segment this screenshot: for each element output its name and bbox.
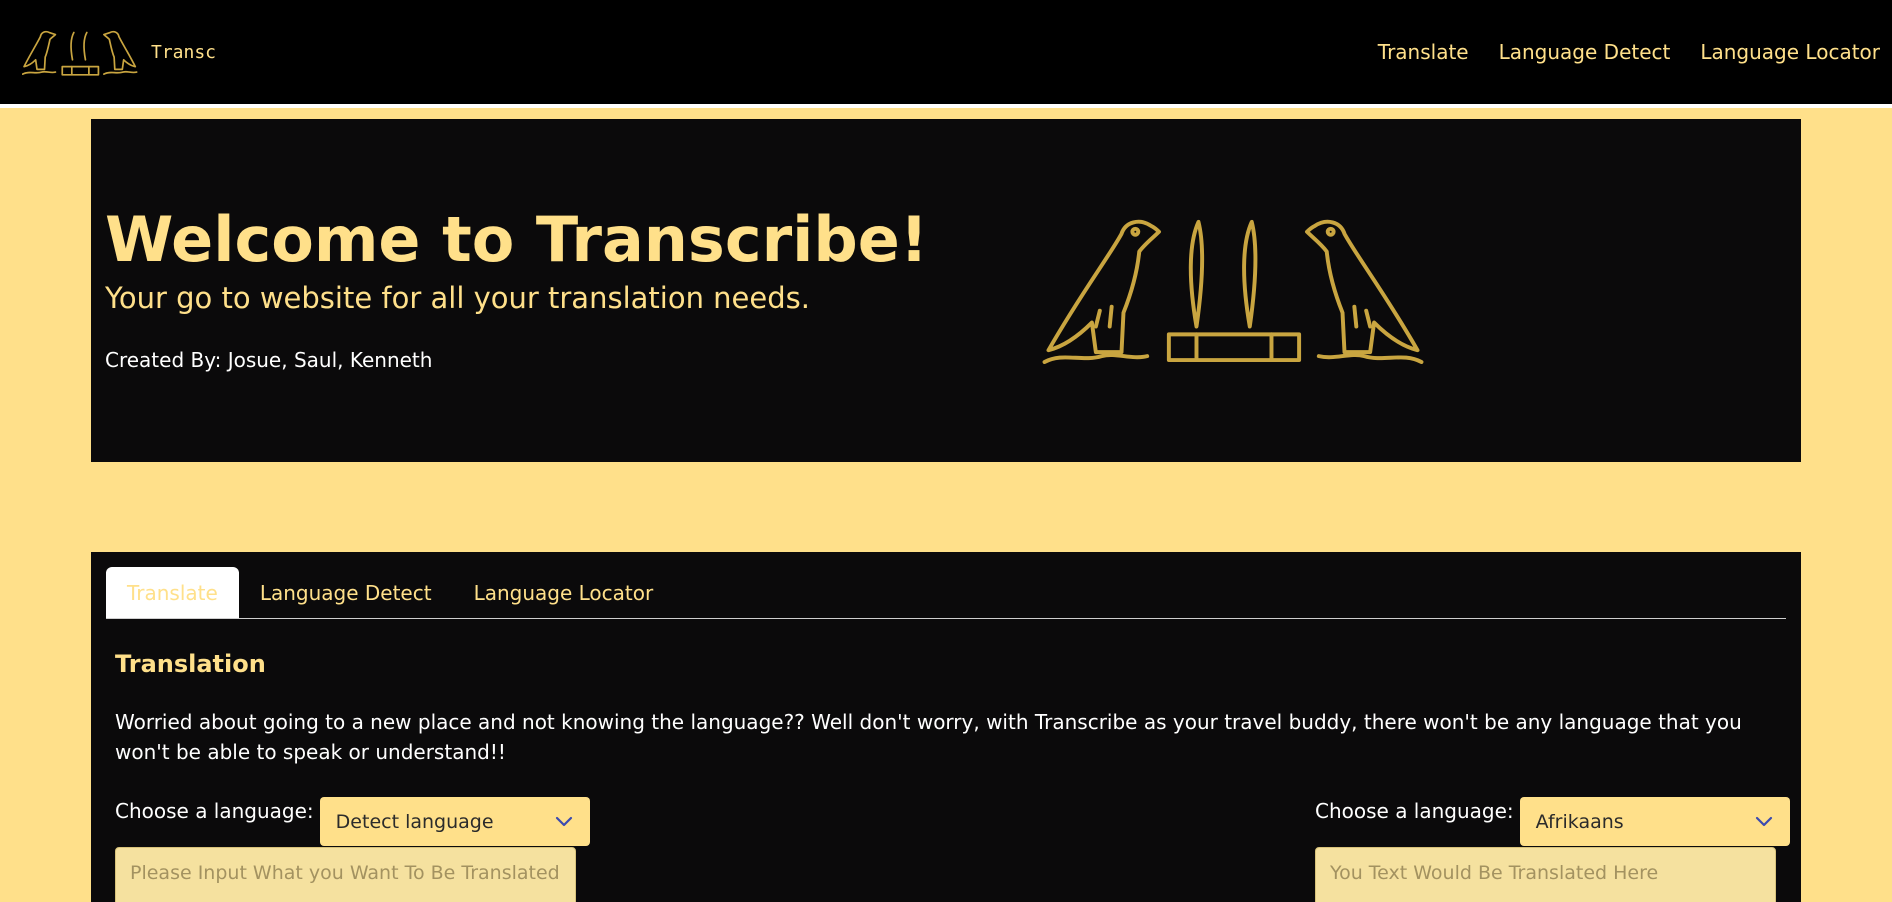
- target-language-value: Afrikaans: [1535, 810, 1624, 833]
- tab-translate[interactable]: Translate: [106, 567, 239, 618]
- section-description: Worried about going to a new place and n…: [115, 710, 1742, 764]
- tab-bar: Translate Language Detect Language Locat…: [106, 567, 1786, 619]
- target-language-select[interactable]: Afrikaans: [1519, 797, 1790, 846]
- chevron-down-icon: [555, 816, 572, 826]
- translate-panel: Translate Language Detect Language Locat…: [91, 552, 1801, 902]
- nav-link-language-detect[interactable]: Language Detect: [1499, 40, 1671, 64]
- tab-language-detect[interactable]: Language Detect: [239, 567, 453, 618]
- source-language-label: Choose a language:: [115, 799, 314, 823]
- nav-brand-name[interactable]: Transc: [151, 42, 216, 63]
- section-title: Translation: [115, 650, 266, 678]
- tab-language-locator[interactable]: Language Locator: [453, 567, 675, 618]
- nav-link-translate[interactable]: Translate: [1378, 40, 1469, 64]
- hero-subtitle: Your go to website for all your translat…: [105, 281, 810, 315]
- target-language-label: Choose a language:: [1315, 799, 1514, 823]
- hero-banner: Welcome to Transcribe! Your go to websit…: [91, 119, 1801, 462]
- source-language-select[interactable]: Detect language: [319, 797, 590, 846]
- source-language-value: Detect language: [335, 810, 494, 833]
- source-language-row: Choose a language: Detect language: [115, 797, 590, 846]
- hieroglyph-logo-icon[interactable]: [22, 28, 138, 80]
- nav-link-language-locator[interactable]: Language Locator: [1700, 40, 1880, 64]
- source-text-input[interactable]: [115, 847, 576, 902]
- nav-links: Translate Language Detect Language Locat…: [1378, 40, 1880, 64]
- hieroglyph-hero-icon: [1042, 219, 1424, 364]
- hero-credits: Created By: Josue, Saul, Kenneth: [105, 348, 433, 372]
- hero-title: Welcome to Transcribe!: [105, 203, 929, 276]
- chevron-down-icon: [1755, 816, 1772, 826]
- translated-text-output[interactable]: [1315, 847, 1776, 902]
- target-language-row: Choose a language: Afrikaans: [1315, 797, 1790, 846]
- top-navbar: Transc Translate Language Detect Languag…: [0, 0, 1892, 108]
